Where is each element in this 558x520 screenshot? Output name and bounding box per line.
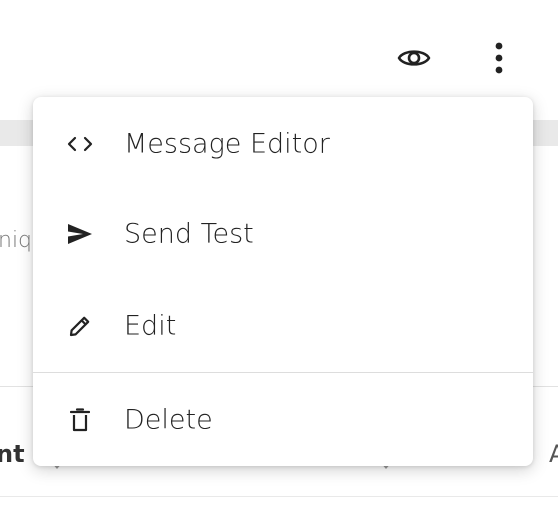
code-icon (66, 130, 94, 158)
menu-item-message-editor[interactable]: Message Editor (33, 99, 533, 189)
more-options-button[interactable] (477, 38, 521, 82)
more-vertical-icon (494, 42, 504, 78)
menu-item-label: Message Editor (124, 128, 330, 160)
column-header: nt (0, 440, 25, 468)
preview-button[interactable] (392, 38, 436, 82)
column-header: A (549, 440, 558, 468)
actions-menu: Message Editor Send Test Edit Delete (33, 97, 533, 466)
menu-item-label: Send Test (124, 218, 254, 250)
page: niqu nt A Message Editor Send Test Edit … (0, 0, 558, 520)
menu-item-label: Delete (124, 404, 213, 436)
pencil-icon (66, 312, 94, 340)
send-icon (66, 220, 94, 248)
trash-icon (66, 406, 94, 434)
menu-item-label: Edit (124, 310, 177, 342)
menu-divider (33, 372, 533, 373)
table-divider (0, 496, 558, 497)
eye-icon (397, 46, 431, 74)
menu-item-send-test[interactable]: Send Test (33, 189, 533, 279)
menu-item-delete[interactable]: Delete (33, 375, 533, 465)
menu-item-edit[interactable]: Edit (33, 281, 533, 371)
